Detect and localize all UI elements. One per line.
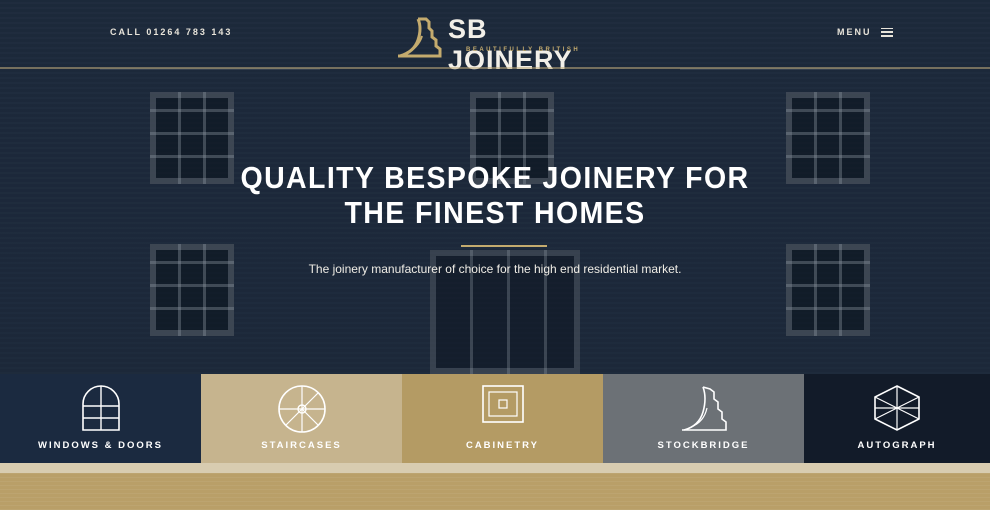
call-phone-link[interactable]: CALL 01264 783 143	[110, 27, 232, 37]
menu-button[interactable]: MENU	[837, 27, 893, 37]
tile-label: STOCKBRIDGE	[657, 440, 750, 451]
menu-label: MENU	[837, 27, 872, 37]
category-tiles: WINDOWS & DOORS STAIRCASES CABINETRY STO…	[0, 374, 990, 463]
hero-headline: QUALITY BESPOKE JOINERY FOR THE FINEST H…	[40, 160, 951, 230]
tile-staircases[interactable]: STAIRCASES	[201, 374, 402, 463]
headline-line-2: THE FINEST HOMES	[344, 195, 646, 230]
tile-label: AUTOGRAPH	[857, 440, 937, 451]
hero-subline: The joinery manufacturer of choice for t…	[308, 262, 682, 276]
tile-windows-doors[interactable]: WINDOWS & DOORS	[0, 374, 201, 463]
tile-stockbridge[interactable]: STOCKBRIDGE	[603, 374, 804, 463]
hamburger-icon	[880, 27, 893, 37]
facade-window	[150, 244, 234, 336]
site-header: CALL 01264 783 143 SB JOINERY BEAUTIFULL…	[0, 0, 990, 75]
staircase-logo-icon	[398, 17, 442, 58]
arched-window-icon	[81, 385, 120, 431]
site-logo[interactable]: SB JOINERY BEAUTIFULLY BRITISH	[396, 14, 616, 75]
wood-texture-strip	[0, 473, 990, 510]
tile-label: STAIRCASES	[261, 440, 342, 451]
logo-tagline: BEAUTIFULLY BRITISH	[466, 47, 581, 53]
header-divider	[0, 67, 990, 69]
tile-autograph[interactable]: AUTOGRAPH	[804, 374, 990, 463]
stockbridge-stair-icon	[681, 386, 727, 431]
facade-window	[786, 244, 870, 336]
headline-line-1: QUALITY BESPOKE JOINERY FOR	[240, 160, 750, 195]
cabinet-panel-icon	[481, 385, 524, 423]
footer-band	[0, 463, 990, 473]
spiral-staircase-icon	[277, 385, 326, 433]
tile-label: CABINETRY	[465, 440, 540, 451]
tile-label: WINDOWS & DOORS	[38, 440, 163, 451]
hero-divider	[461, 245, 547, 247]
tile-cabinetry[interactable]: CABINETRY	[402, 374, 603, 463]
geometric-cube-icon	[874, 385, 920, 431]
